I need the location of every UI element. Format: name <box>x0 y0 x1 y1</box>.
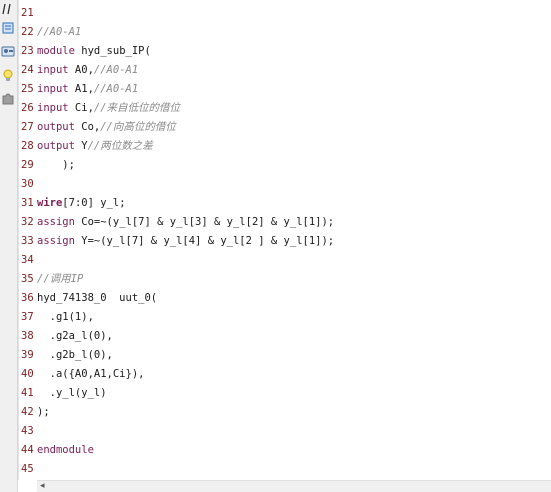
comment-toggle-icon[interactable] <box>1 2 15 16</box>
code-keyword: input <box>37 64 69 76</box>
scroll-left-arrow-icon[interactable]: ◂ <box>40 481 45 492</box>
code-line[interactable]: 23 module hyd_sub_IP( <box>19 42 551 61</box>
code-text: ); <box>37 156 75 175</box>
code-text: //A0-A1 <box>37 23 81 42</box>
code-token: hyd_sub_IP( <box>74 45 151 57</box>
code-line[interactable]: 39 .g2b_l(0), <box>19 346 551 365</box>
code-text: input Ci,//来自低位的借位 <box>37 99 180 118</box>
code-line[interactable]: 25 input A1,//A0-A1 <box>19 80 551 99</box>
editor-toolbar <box>0 0 18 492</box>
code-line[interactable]: 29 ); <box>19 156 551 175</box>
code-token: [7:0] y_l; <box>62 197 126 209</box>
code-text: input A0,//A0-A1 <box>37 61 138 80</box>
code-token: ); <box>37 159 75 171</box>
code-keyword: module <box>37 45 75 57</box>
code-token: Y=~(y_l[7] & y_l[4] & y_l[2 ] & y_l[1]); <box>74 235 335 247</box>
code-comment: //两位数之差 <box>87 140 153 152</box>
code-text: .a({A0,A1,Ci}), <box>37 365 145 384</box>
code-line[interactable]: 35//调用IP <box>19 270 551 289</box>
code-token: .g2a_l(0), <box>37 330 113 342</box>
code-token: .y_l(y_l) <box>37 387 107 399</box>
code-text: assign Co=~(y_l[7] & y_l[3] & y_l[2] & y… <box>37 213 334 232</box>
code-text: hyd_74138_0 uut_0( <box>37 289 157 308</box>
code-token: Ci, <box>68 102 94 114</box>
code-token: hyd_74138_0 uut_0( <box>37 292 158 304</box>
code-text: output Y//两位数之差 <box>37 137 153 156</box>
code-text: //调用IP <box>37 270 83 289</box>
line-number: 45 <box>21 463 34 475</box>
line-number: 34 <box>21 254 34 266</box>
code-line[interactable]: 33 assign Y=~(y_l[7] & y_l[4] & y_l[2 ] &… <box>19 232 551 251</box>
puzzle-icon[interactable] <box>1 92 15 106</box>
code-keyword: wire <box>37 197 63 209</box>
code-editor[interactable]: 21 22//A0-A1 23 module hyd_sub_IP(24 input A… <box>19 4 551 479</box>
code-comment: //来自低位的借位 <box>93 102 181 114</box>
code-line[interactable]: 37 .g1(1), <box>19 308 551 327</box>
code-line[interactable]: 38 .g2a_l(0), <box>19 327 551 346</box>
code-keyword: endmodule <box>37 444 94 456</box>
code-line[interactable]: 26 input Ci,//来自低位的借位 <box>19 99 551 118</box>
code-token: .a({A0,A1,Ci}), <box>37 368 145 380</box>
code-keyword: assign <box>37 216 75 228</box>
code-line[interactable]: 21 <box>19 4 551 23</box>
code-line[interactable]: 27 output Co,//向高位的借位 <box>19 118 551 137</box>
code-keyword: output <box>37 121 75 133</box>
code-token: Co, <box>74 121 101 133</box>
code-line[interactable]: 45 <box>19 460 551 479</box>
template-icon[interactable] <box>1 44 15 58</box>
code-text: .y_l(y_l) <box>37 384 107 403</box>
code-line[interactable]: 24 input A0,//A0-A1 <box>19 61 551 80</box>
code-token: .g1(1), <box>37 311 94 323</box>
code-line[interactable]: 31 wire[7:0] y_l; <box>19 194 551 213</box>
horizontal-scrollbar[interactable]: ◂ <box>37 480 551 492</box>
code-keyword: input <box>37 83 69 95</box>
code-comment: //向高位的借位 <box>100 121 176 133</box>
code-keyword: output <box>37 140 75 152</box>
code-text: .g2a_l(0), <box>37 327 113 346</box>
code-text: ); <box>37 403 50 422</box>
code-line[interactable]: 36 hyd_74138_0 uut_0( <box>19 289 551 308</box>
code-text: output Co,//向高位的借位 <box>37 118 176 137</box>
code-line[interactable]: 30 <box>19 175 551 194</box>
code-text: .g2b_l(0), <box>37 346 113 365</box>
line-number: 43 <box>21 425 34 437</box>
code-text: wire[7:0] y_l; <box>37 194 126 213</box>
code-comment: //调用IP <box>37 273 84 285</box>
code-text: module hyd_sub_IP( <box>37 42 151 61</box>
bulb-icon[interactable] <box>1 68 15 82</box>
code-line[interactable]: 40 .a({A0,A1,Ci}), <box>19 365 551 384</box>
code-token: A0, <box>68 64 94 76</box>
code-line[interactable]: 42); <box>19 403 551 422</box>
code-token: .g2b_l(0), <box>37 349 113 361</box>
block-icon[interactable] <box>1 21 15 35</box>
line-number: 30 <box>21 178 34 190</box>
code-text: assign Y=~(y_l[7] & y_l[4] & y_l[2 ] & y… <box>37 232 334 251</box>
code-line[interactable]: 43 <box>19 422 551 441</box>
code-line[interactable]: 34 <box>19 251 551 270</box>
code-keyword: input <box>37 102 69 114</box>
code-line[interactable]: 32 assign Co=~(y_l[7] & y_l[3] & y_l[2] &… <box>19 213 551 232</box>
code-line[interactable]: 44 endmodule <box>19 441 551 460</box>
code-comment: //A0-A1 <box>93 83 139 95</box>
code-comment: //A0-A1 <box>37 26 82 38</box>
code-token: A1, <box>68 83 94 95</box>
code-text: .g1(1), <box>37 308 94 327</box>
code-text: endmodule <box>37 441 94 460</box>
code-token: ); <box>37 406 50 418</box>
code-token: Co=~(y_l[7] & y_l[3] & y_l[2] & y_l[1]); <box>74 216 335 228</box>
code-comment: //A0-A1 <box>93 64 139 76</box>
code-keyword: assign <box>37 235 75 247</box>
code-line[interactable]: 28 output Y//两位数之差 <box>19 137 551 156</box>
code-line[interactable]: 41 .y_l(y_l) <box>19 384 551 403</box>
line-number: 21 <box>21 7 34 19</box>
code-line[interactable]: 22//A0-A1 <box>19 23 551 42</box>
code-text: input A1,//A0-A1 <box>37 80 138 99</box>
code-token: Y <box>74 140 88 152</box>
